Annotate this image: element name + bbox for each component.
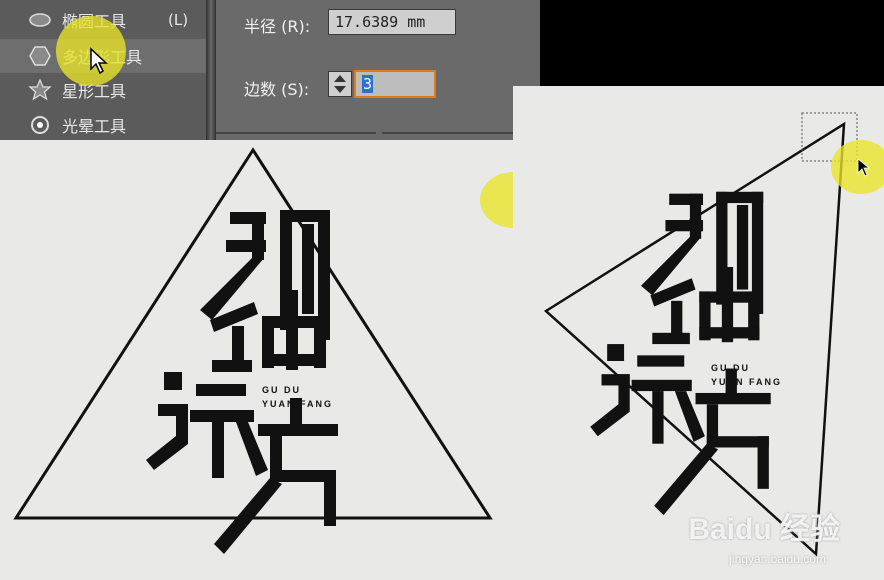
flare-icon — [28, 113, 52, 137]
star-icon — [28, 78, 52, 102]
sides-label: 边数 (S): — [244, 80, 310, 99]
stepper-arrows-icon — [334, 75, 346, 93]
subtitle-line1: GU DU — [711, 363, 750, 373]
ellipse-icon — [28, 8, 52, 32]
rotated-triangle-shape — [543, 121, 846, 557]
menu-item-label: 光晕工具 — [62, 117, 127, 136]
polygon-icon — [28, 44, 52, 68]
artboard-before: GU DU YUAN FANG — [0, 140, 546, 580]
radius-field[interactable]: 17.6389 mm — [328, 9, 456, 35]
subtitle-line1: GU DU — [262, 385, 301, 395]
pointer-cursor-icon — [857, 158, 871, 182]
pointer-cursor-icon — [89, 47, 109, 79]
sides-field[interactable]: 3 — [354, 70, 436, 98]
menu-item-shortcut: (L) — [168, 11, 189, 29]
sides-stepper[interactable] — [328, 71, 352, 97]
sides-value: 3 — [362, 75, 374, 93]
logotype-glyphs — [146, 210, 338, 554]
baidu-watermark: Baidu 经验 — [688, 513, 840, 546]
artwork-left — [13, 147, 493, 554]
menu-item-flare-tool[interactable]: 光晕工具 — [0, 108, 206, 142]
radius-label: 半径 (R): — [244, 17, 311, 36]
polygon-options-dialog: 半径 (R): 17.6389 mm 边数 (S): 3 — [216, 0, 540, 140]
logotype-glyphs — [590, 191, 771, 516]
panel-divider — [206, 0, 216, 140]
subtitle-line2: YUAN FANG — [262, 399, 334, 409]
subtitle-line2: YUAN FANG — [711, 377, 783, 387]
watermark-url: jingyan.baidu.com — [729, 552, 826, 566]
